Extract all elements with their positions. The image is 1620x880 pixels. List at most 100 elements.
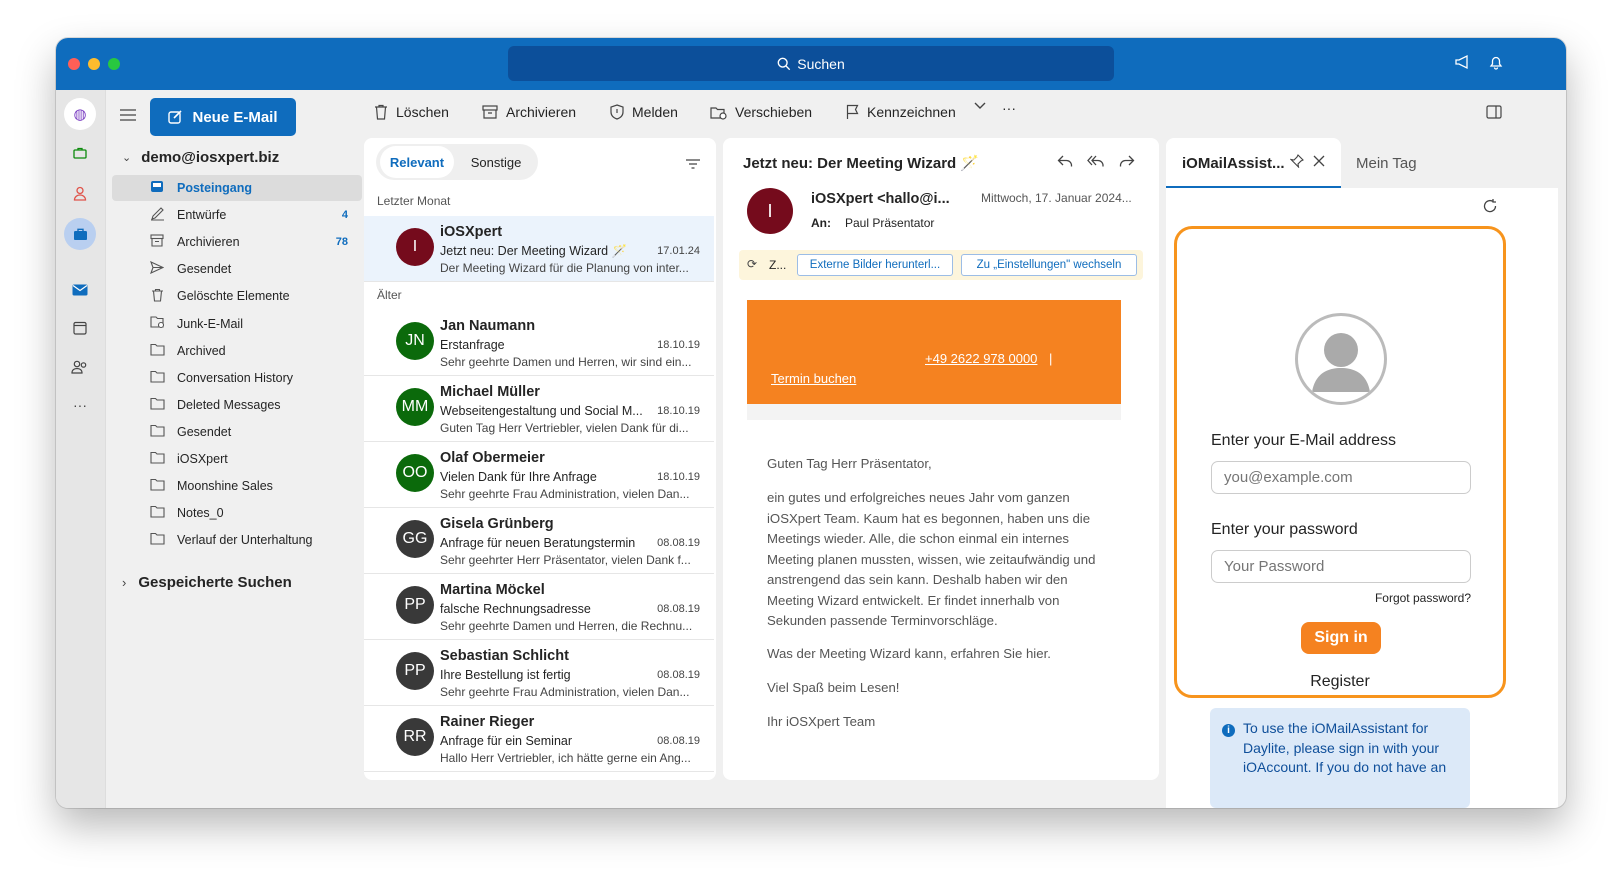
- folder-label: Notes_0: [177, 506, 224, 521]
- mail-subject: Anfrage für ein Seminar: [440, 734, 573, 748]
- mail-preview: Sehr geehrte Damen und Herren, die Rechn…: [440, 619, 693, 633]
- hamburger-menu-icon[interactable]: [120, 108, 136, 126]
- sidebar-folder-gesendet[interactable]: Gesendet: [112, 256, 362, 282]
- megaphone-icon[interactable]: [1454, 54, 1472, 75]
- tab-relevant-pill[interactable]: Relevant: [380, 146, 454, 178]
- folder-label: Gesendet: [177, 424, 232, 439]
- folder-label: Moonshine Sales: [177, 479, 273, 494]
- register-link[interactable]: Register: [1177, 673, 1503, 691]
- mail-date: 08.08.19: [657, 603, 700, 615]
- sidebar-folder-archivieren[interactable]: Archivieren 78: [112, 229, 362, 255]
- sidebar-folder-junk-e-mail[interactable]: Junk-E-Mail: [112, 311, 362, 337]
- mail-list-item[interactable]: OO Olaf Obermeier Vielen Dank für Ihre Anf…: [364, 442, 714, 508]
- flag-icon: [846, 104, 859, 119]
- send-icon: [149, 261, 165, 277]
- titlebar: Suchen: [56, 38, 1566, 90]
- folder-label: Archived: [177, 343, 226, 358]
- globe-icon[interactable]: ◍: [64, 98, 96, 130]
- mail-sender: Sebastian Schlicht: [440, 648, 569, 664]
- forward-icon[interactable]: [1119, 154, 1135, 173]
- sidebar-folder-notes-0[interactable]: Notes_0: [112, 500, 362, 526]
- briefcase-blue-icon[interactable]: [64, 218, 96, 250]
- flag-button[interactable]: Kennzeichnen: [846, 104, 956, 120]
- mail-list-item[interactable]: JN Jan Naumann Erstanfrage 18.10.19 Sehr gee…: [364, 310, 714, 376]
- more-apps-icon[interactable]: ···: [64, 389, 96, 421]
- report-button[interactable]: Melden: [610, 104, 678, 120]
- sign-in-button[interactable]: Sign in: [1301, 622, 1381, 654]
- trash-icon: [375, 104, 387, 120]
- banner-booking-link[interactable]: Termin buchen: [771, 371, 856, 386]
- briefcase-green-icon[interactable]: [64, 137, 96, 169]
- sidebar-folder-posteingang[interactable]: Posteingang: [112, 175, 362, 201]
- sidebar-folder-deleted-messages[interactable]: Deleted Messages: [112, 392, 362, 418]
- sidebar-folder-moonshine-sales[interactable]: Moonshine Sales: [112, 473, 362, 499]
- mail-date: 17.01.24: [657, 245, 700, 257]
- mail-list-item-partial[interactable]: [364, 772, 714, 780]
- saved-searches-header[interactable]: › Gespeicherte Suchen: [122, 574, 292, 591]
- sidebar-folder-entwürfe[interactable]: Entwürfe 4: [112, 202, 362, 228]
- account-header[interactable]: ⌄ demo@iosxpert.biz: [122, 149, 279, 166]
- mail-list-item[interactable]: PP Sebastian Schlicht Ihre Bestellung ist …: [364, 640, 714, 706]
- user-avatar-icon: [1295, 313, 1387, 405]
- forgot-password-link[interactable]: Forgot password?: [1375, 591, 1471, 605]
- mail-subject: Anfrage für neuen Beratungstermin: [440, 536, 636, 550]
- sender-name[interactable]: iOSXpert <hallo@i...: [811, 191, 950, 207]
- sidebar-folder-conversation-history[interactable]: Conversation History: [112, 365, 362, 391]
- folder-label: Conversation History: [177, 370, 294, 385]
- mail-subject: falsche Rechnungsadresse: [440, 602, 591, 616]
- external-images-infobar: ⟳ Z... Externe Bilder herunterl... Zu „E…: [739, 250, 1143, 280]
- mail-list-item[interactable]: PP Martina Möckel falsche Rechnungsadresse…: [364, 574, 714, 640]
- mail-sender: iOSXpert: [440, 224, 503, 240]
- calendar-icon[interactable]: [64, 312, 96, 344]
- bell-icon[interactable]: [1488, 54, 1504, 75]
- reply-all-icon[interactable]: [1087, 154, 1105, 173]
- sender-avatar[interactable]: I: [747, 188, 793, 234]
- pin-icon[interactable]: [1289, 154, 1304, 173]
- archive-button[interactable]: Archivieren: [482, 104, 576, 120]
- email-input[interactable]: [1211, 461, 1471, 494]
- person-icon[interactable]: [64, 177, 96, 209]
- flag-options-chevron-icon[interactable]: [974, 102, 986, 110]
- mail-sender: Martina Möckel: [440, 582, 545, 598]
- search-icon: [777, 57, 791, 70]
- delete-button[interactable]: Löschen: [374, 104, 449, 120]
- tab-iomailassistant[interactable]: iOMailAssist...: [1166, 138, 1341, 188]
- more-actions-button[interactable]: ···: [1002, 100, 1016, 116]
- folder-icon: [149, 370, 165, 386]
- banner-phone-link[interactable]: +49 2622 978 0000: [925, 351, 1037, 366]
- pane-toggle-icon[interactable]: [1486, 105, 1502, 124]
- tab-sonstige[interactable]: Sonstige: [456, 146, 536, 178]
- tab-mein-tag[interactable]: Mein Tag: [1356, 155, 1417, 172]
- mail-list-item[interactable]: IiOSXpert Jetzt neu: Der Meeting Wizard 🪄…: [364, 216, 714, 282]
- refresh-icon[interactable]: [1482, 198, 1498, 219]
- folder-label: iOSXpert: [177, 452, 228, 466]
- filter-icon[interactable]: [686, 156, 700, 174]
- download-images-button[interactable]: Externe Bilder herunterl...: [797, 254, 953, 276]
- mail-icon[interactable]: [64, 274, 96, 306]
- move-label: Verschieben: [735, 104, 813, 120]
- sidebar-folder-gesendet[interactable]: Gesendet: [112, 419, 362, 445]
- minimize-window-button[interactable]: [88, 58, 100, 70]
- mail-subject: Ihre Bestellung ist fertig: [440, 668, 571, 682]
- search-bar[interactable]: Suchen: [508, 46, 1114, 81]
- sidebar-folder-iosxpert[interactable]: iOSXpert: [112, 446, 362, 472]
- mail-list-item[interactable]: GG Gisela Grünberg Anfrage für neuen Berat…: [364, 508, 714, 574]
- move-button[interactable]: Verschieben: [710, 104, 812, 120]
- zoom-window-button[interactable]: [108, 58, 120, 70]
- mail-list-item[interactable]: RR Rainer Rieger Anfrage für ein Seminar 08…: [364, 706, 714, 772]
- new-mail-button[interactable]: Neue E-Mail: [150, 98, 296, 136]
- password-input[interactable]: [1211, 550, 1471, 583]
- folder-label: Junk-E-Mail: [177, 316, 243, 331]
- junk-icon: [149, 315, 165, 332]
- sidebar-folder-gelöschte-elemente[interactable]: Gelöschte Elemente: [112, 283, 362, 309]
- close-window-button[interactable]: [68, 58, 80, 70]
- people-icon[interactable]: [64, 351, 96, 383]
- sidebar-folder-archived[interactable]: Archived: [112, 338, 362, 364]
- open-settings-button[interactable]: Zu „Einstellungen" wechseln: [961, 254, 1137, 276]
- reply-icon[interactable]: [1057, 154, 1073, 173]
- close-icon[interactable]: [1313, 154, 1325, 172]
- group-header-older: Älter: [377, 288, 402, 302]
- mail-list-item[interactable]: MM Michael Müller Webseitengestaltung und …: [364, 376, 714, 442]
- mail-preview: Hallo Herr Vertriebler, ich hätte gerne …: [440, 751, 691, 765]
- sidebar-folder-verlauf-der-unterhaltung[interactable]: Verlauf der Unterhaltung: [112, 527, 362, 553]
